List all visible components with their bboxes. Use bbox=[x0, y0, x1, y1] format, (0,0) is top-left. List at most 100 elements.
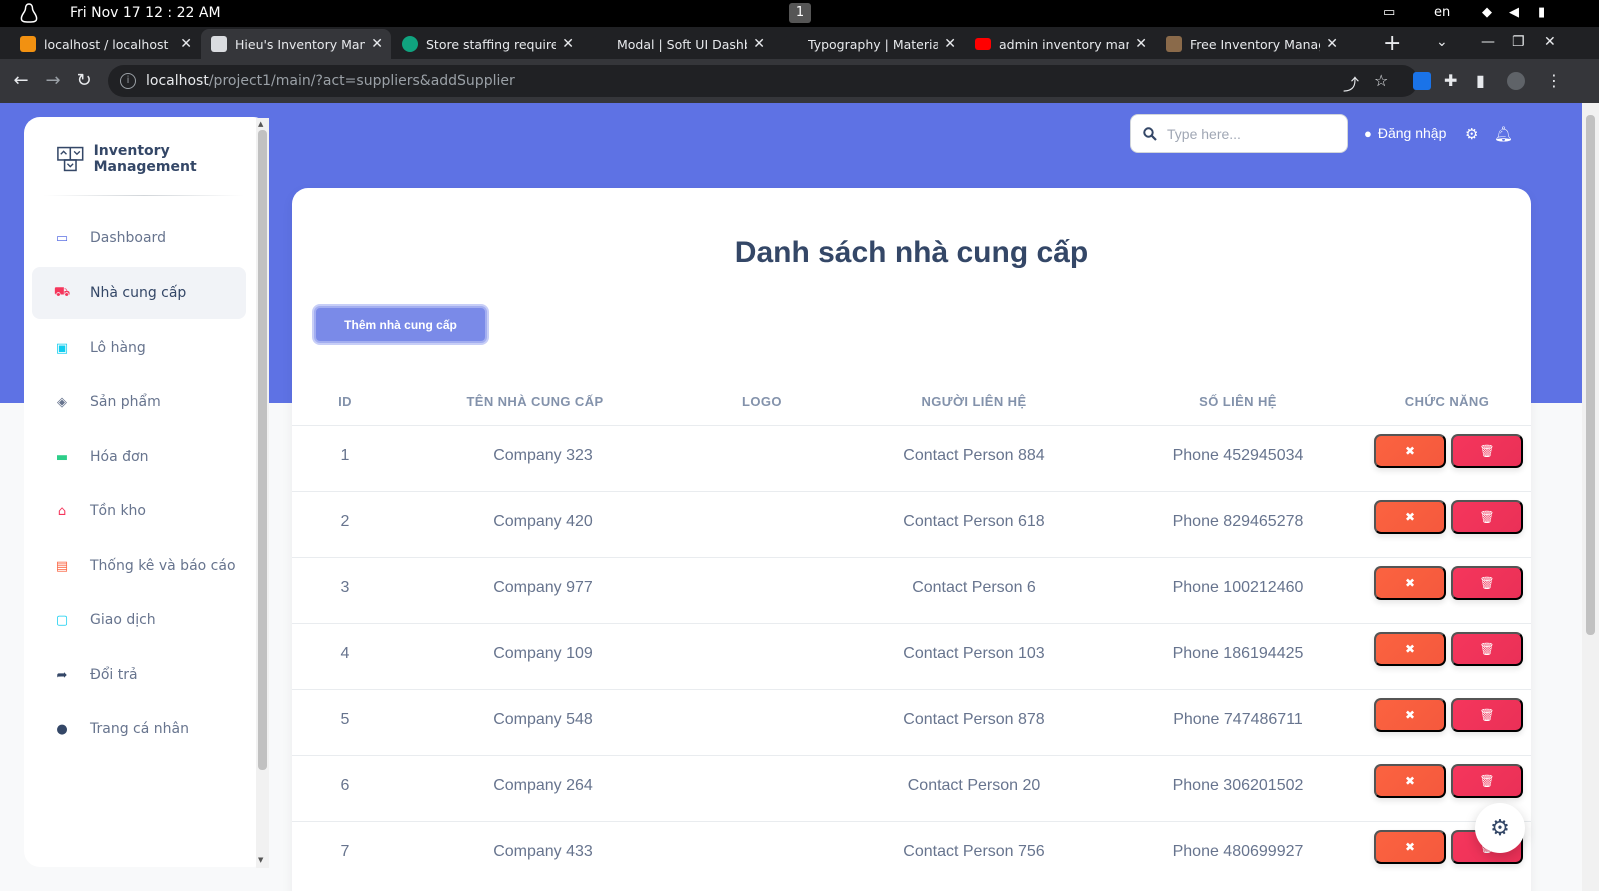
scroll-up-icon[interactable]: ▲ bbox=[258, 120, 263, 128]
tab-close-icon[interactable]: ✕ bbox=[944, 36, 956, 52]
cell-contact: Contact Person 103 bbox=[903, 645, 1045, 662]
page-scrollbar[interactable] bbox=[1582, 103, 1599, 891]
tab-close-icon[interactable]: ✕ bbox=[371, 36, 383, 52]
extension-icon[interactable] bbox=[1413, 72, 1431, 90]
search-box[interactable] bbox=[1130, 114, 1348, 153]
edit-button[interactable]: ✖ bbox=[1374, 698, 1446, 732]
edit-button[interactable]: ✖ bbox=[1374, 566, 1446, 600]
edit-button[interactable]: ✖ bbox=[1374, 434, 1446, 468]
sidebar-item-shipments[interactable]: ▣ Lô hàng bbox=[32, 322, 246, 374]
minimize-icon[interactable]: — bbox=[1481, 34, 1495, 50]
add-supplier-button[interactable]: Thêm nhà cung cấp bbox=[314, 306, 487, 343]
tab-title: Modal | Soft UI Dashb bbox=[617, 36, 747, 52]
close-window-icon[interactable]: ✕ bbox=[1544, 34, 1556, 50]
restore-icon[interactable]: ❐ bbox=[1512, 34, 1525, 50]
extensions-puzzle-icon[interactable]: ✚ bbox=[1444, 71, 1457, 90]
workspace-indicator[interactable]: 1 bbox=[789, 3, 811, 23]
cell-contact: Contact Person 884 bbox=[903, 447, 1045, 464]
browser-tab-strip: localhost / localhost ✕ Hieu's Inventory… bbox=[0, 27, 1599, 59]
browser-tab[interactable]: Store staffing require ✕ bbox=[392, 29, 582, 59]
sidebar-item-label: Tồn kho bbox=[90, 503, 146, 519]
table-row: 2 Company 420 Contact Person 618 Phone 8… bbox=[292, 491, 1531, 557]
table-row: 3 Company 977 Contact Person 6 Phone 100… bbox=[292, 557, 1531, 623]
tools-icon: ✖ bbox=[1404, 642, 1416, 656]
browser-menu-icon[interactable]: ⋮ bbox=[1546, 71, 1562, 90]
sidebar-item-suppliers[interactable]: ⛟ Nhà cung cấp bbox=[32, 267, 246, 319]
browser-tab[interactable]: Typography | Materia ✕ bbox=[774, 29, 964, 59]
sidebar-divider bbox=[44, 195, 244, 196]
configurator-button[interactable]: ⚙ bbox=[1475, 803, 1525, 853]
battery-icon[interactable]: ▮ bbox=[1538, 5, 1545, 20]
browser-toolbar: ← → ↻ i localhost/project1/main/?act=sup… bbox=[0, 59, 1599, 103]
back-icon[interactable]: ← bbox=[10, 70, 32, 91]
scroll-down-icon[interactable]: ▼ bbox=[258, 856, 263, 864]
delete-button[interactable]: 🗑︎ bbox=[1451, 698, 1523, 732]
tab-close-icon[interactable]: ✕ bbox=[753, 36, 765, 52]
reload-icon[interactable]: ↻ bbox=[73, 70, 95, 91]
share-icon[interactable]: ⤴ bbox=[1343, 71, 1359, 95]
sidebar-item-stock[interactable]: ⌂ Tồn kho bbox=[32, 485, 246, 537]
browser-tab[interactable]: localhost / localhost ✕ bbox=[10, 29, 200, 59]
tab-close-icon[interactable]: ✕ bbox=[1135, 36, 1147, 52]
tab-close-icon[interactable]: ✕ bbox=[180, 36, 192, 52]
tab-close-icon[interactable]: ✕ bbox=[562, 36, 574, 52]
notification-bell-icon[interactable]: 🔔︎ bbox=[1494, 125, 1513, 143]
delete-button[interactable]: 🗑︎ bbox=[1451, 434, 1523, 468]
language-indicator[interactable]: en bbox=[1434, 5, 1450, 20]
edit-button[interactable]: ✖ bbox=[1374, 764, 1446, 798]
edit-button[interactable]: ✖ bbox=[1374, 830, 1446, 864]
forward-icon[interactable]: → bbox=[42, 70, 64, 91]
sidebar-item-reports[interactable]: ▤ Thống kê và báo cáo bbox=[32, 540, 246, 592]
sidebar-item-invoices[interactable]: ▬ Hóa đơn bbox=[32, 431, 246, 483]
edit-button[interactable]: ✖ bbox=[1374, 632, 1446, 666]
edit-button[interactable]: ✖ bbox=[1374, 500, 1446, 534]
sidebar-item-profile[interactable]: ● Trang cá nhân bbox=[32, 703, 246, 755]
volume-icon[interactable]: ◀ bbox=[1509, 5, 1519, 20]
display-icon[interactable]: ▭ bbox=[1383, 5, 1395, 20]
side-panel-icon[interactable]: ▮ bbox=[1476, 71, 1485, 90]
address-bar[interactable]: i localhost/project1/main/?act=suppliers… bbox=[108, 65, 1418, 97]
cell-name: Company 264 bbox=[493, 777, 593, 794]
delete-button[interactable]: 🗑︎ bbox=[1451, 632, 1523, 666]
linux-penguin-icon[interactable] bbox=[18, 2, 40, 24]
bookmark-star-icon[interactable]: ☆ bbox=[1374, 71, 1388, 90]
sidebar-item-dashboard[interactable]: ▭ Dashboard bbox=[32, 212, 246, 264]
login-link[interactable]: ● Đăng nhập bbox=[1364, 125, 1446, 141]
wifi-icon[interactable]: ◆ bbox=[1482, 5, 1492, 20]
browser-tab-active[interactable]: Hieu's Inventory Mana ✕ bbox=[201, 29, 391, 59]
browser-tab[interactable]: Modal | Soft UI Dashb ✕ bbox=[583, 29, 773, 59]
cell-name: Company 548 bbox=[493, 711, 593, 728]
delete-button[interactable]: 🗑︎ bbox=[1451, 764, 1523, 798]
tab-favicon-icon bbox=[593, 36, 609, 52]
tab-favicon-icon bbox=[784, 36, 800, 52]
search-input[interactable] bbox=[1167, 125, 1337, 142]
browser-tab[interactable]: admin inventory mana ✕ bbox=[965, 29, 1155, 59]
youtube-favicon-icon bbox=[975, 38, 991, 50]
new-tab-icon[interactable]: + bbox=[1383, 31, 1401, 56]
sidebar-item-products[interactable]: ◈ Sản phẩm bbox=[32, 376, 246, 428]
delete-button[interactable]: 🗑︎ bbox=[1451, 566, 1523, 600]
cell-phone: Phone 747486711 bbox=[1173, 711, 1303, 728]
sidebar-scrollbar[interactable]: ▲ ▼ bbox=[256, 118, 269, 868]
cell-id: 6 bbox=[340, 777, 350, 794]
browser-tab[interactable]: Free Inventory Manag ✕ bbox=[1156, 29, 1346, 59]
site-info-icon[interactable]: i bbox=[120, 73, 136, 89]
page-scroll-thumb[interactable] bbox=[1586, 115, 1595, 635]
sidebar-item-label: Giao dịch bbox=[90, 612, 156, 628]
inventory-logo-icon bbox=[57, 146, 84, 172]
brand[interactable]: Inventory Management bbox=[56, 143, 269, 175]
clock[interactable]: Fri Nov 17 12 : 22 AM bbox=[70, 5, 221, 21]
profile-avatar-icon[interactable] bbox=[1507, 72, 1525, 90]
table-row: 6 Company 264 Contact Person 20 Phone 30… bbox=[292, 755, 1531, 821]
sidebar-scroll-thumb[interactable] bbox=[258, 130, 267, 770]
tab-close-icon[interactable]: ✕ bbox=[1326, 36, 1338, 52]
settings-gear-icon[interactable]: ⚙ bbox=[1465, 125, 1478, 143]
login-label: Đăng nhập bbox=[1377, 125, 1447, 141]
sidebar-item-label: Đổi trả bbox=[90, 667, 138, 683]
tab-search-chevron-icon[interactable]: ⌄ bbox=[1436, 34, 1448, 50]
delete-button[interactable]: 🗑︎ bbox=[1451, 500, 1523, 534]
trash-icon: 🗑︎ bbox=[1479, 708, 1495, 722]
sidebar-item-transactions[interactable]: ▢ Giao dịch bbox=[32, 594, 246, 646]
sidebar-item-returns[interactable]: ➦ Đổi trả bbox=[32, 649, 246, 701]
column-header-id: ID bbox=[338, 394, 352, 409]
